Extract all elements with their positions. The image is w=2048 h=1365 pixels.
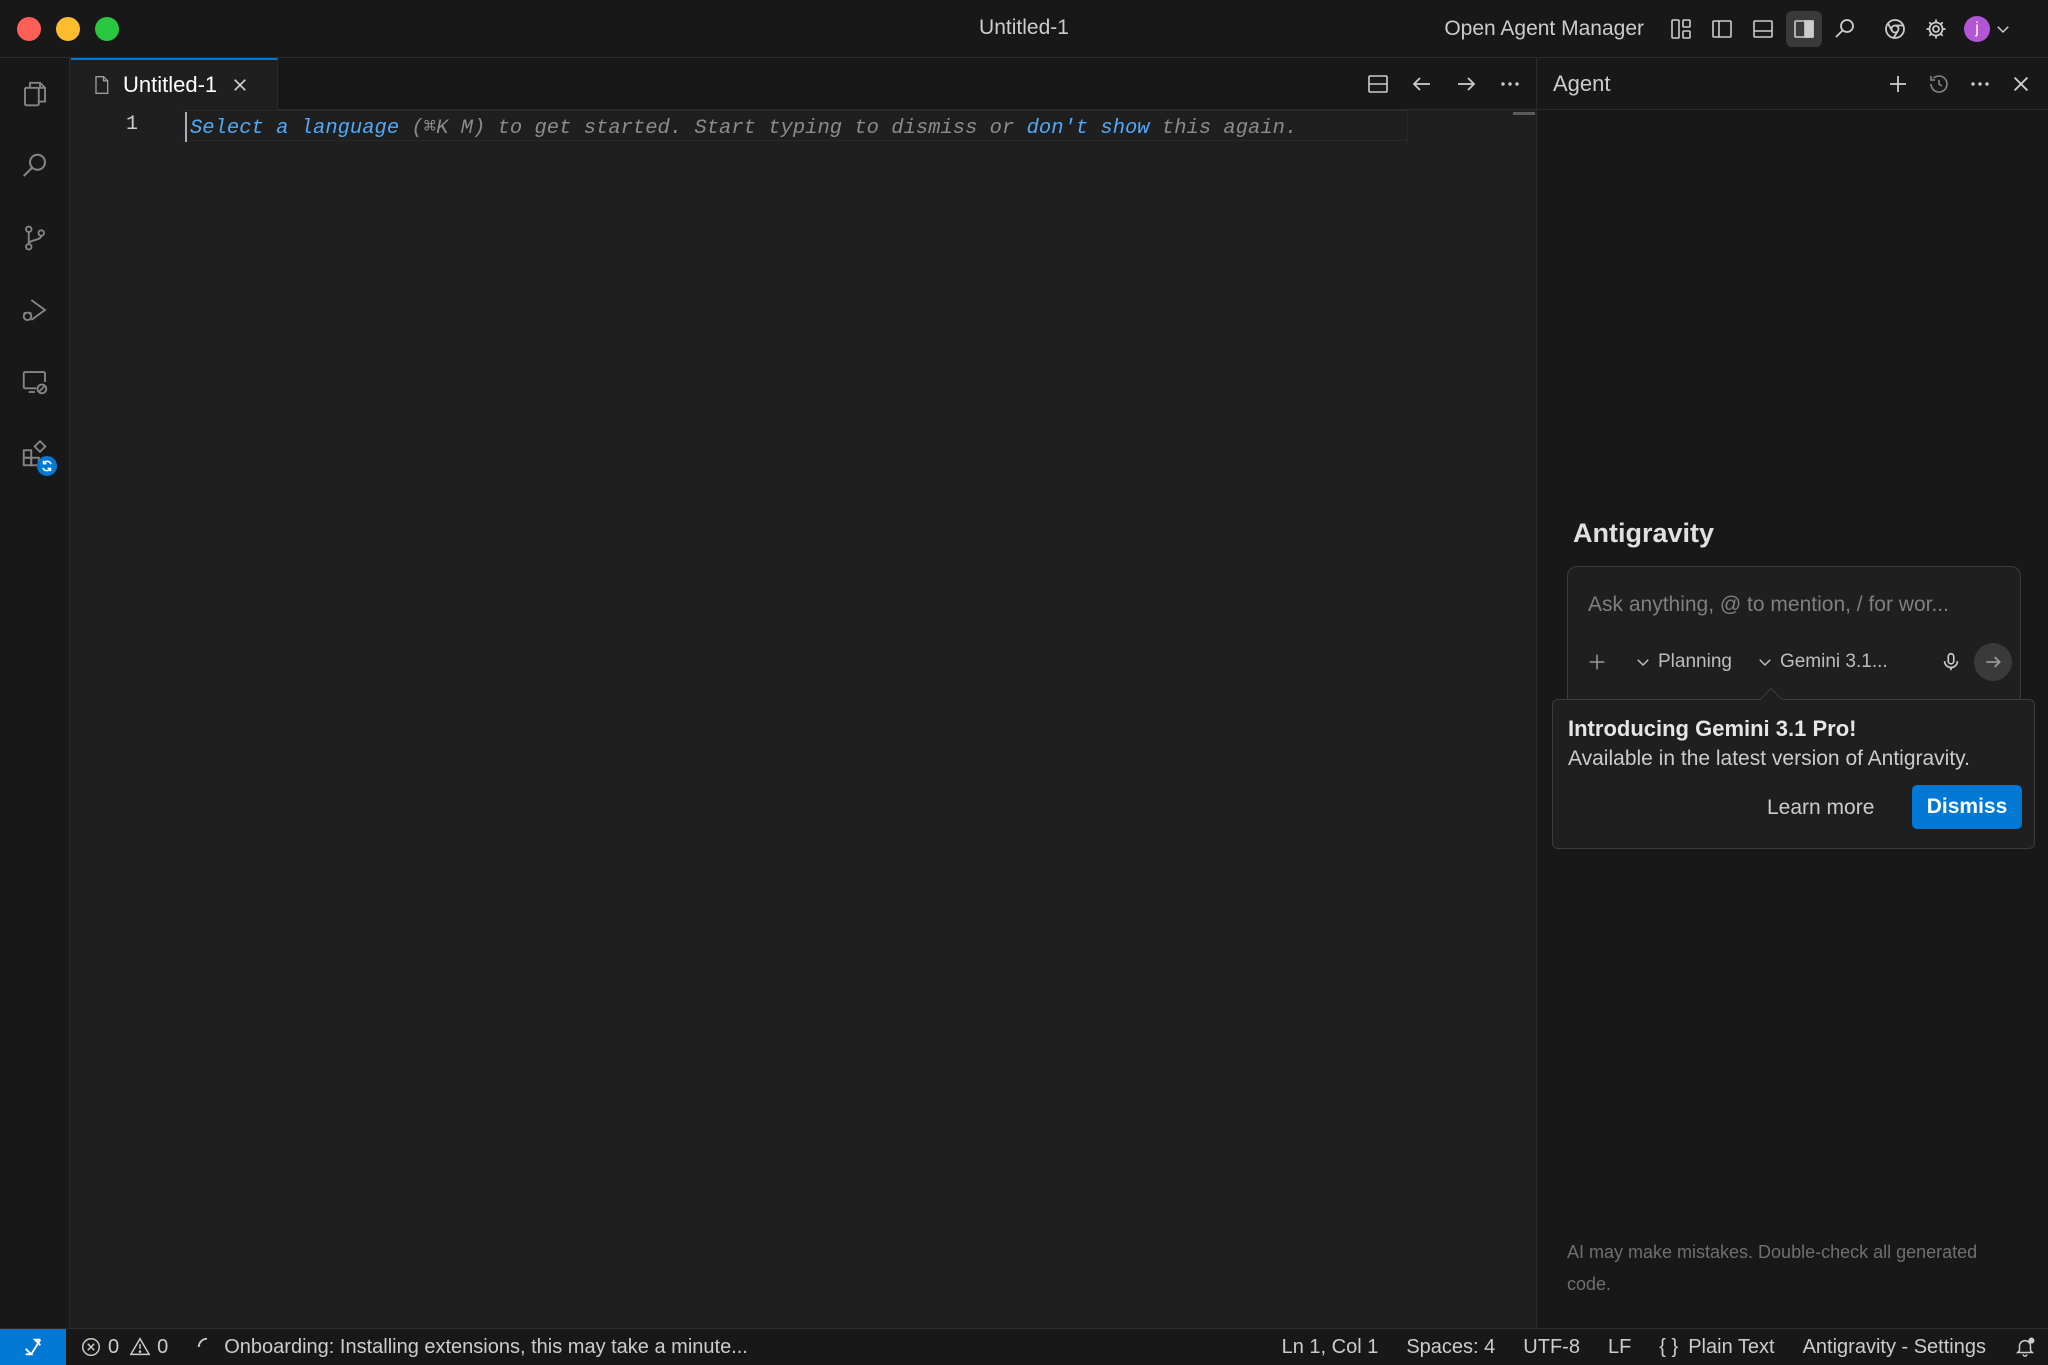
- model-dropdown[interactable]: Gemini 3.1...: [1756, 651, 1888, 673]
- title-bar-actions: Open Agent Manager j: [1444, 11, 2012, 47]
- run-debug-icon[interactable]: [17, 292, 53, 328]
- dismiss-button[interactable]: Dismiss: [1912, 785, 2022, 829]
- popup-body: Available in the latest version of Antig…: [1568, 747, 1970, 770]
- send-button[interactable]: [1974, 643, 2012, 681]
- agent-panel-header: Agent: [1537, 58, 2048, 110]
- go-back-icon[interactable]: [1404, 66, 1440, 102]
- warning-count: 0: [157, 1335, 169, 1358]
- end-of-line[interactable]: LF: [1608, 1329, 1631, 1365]
- more-actions-icon[interactable]: [1962, 66, 1998, 102]
- dont-show-link[interactable]: don't show: [1027, 117, 1150, 140]
- chevron-down-icon: [1637, 659, 1649, 667]
- title-bar: Untitled-1 Open Agent Manager j: [0, 0, 2048, 58]
- model-label: Gemini 3.1...: [1779, 651, 1888, 672]
- spinner-icon: [198, 1337, 208, 1348]
- toggle-panel-icon[interactable]: [1745, 11, 1781, 47]
- text-cursor: [185, 112, 187, 142]
- search-icon[interactable]: [17, 148, 53, 184]
- new-chat-icon[interactable]: [1880, 66, 1916, 102]
- onboarding-message: Onboarding: Installing extensions, this …: [224, 1335, 748, 1358]
- close-tab-icon[interactable]: [231, 76, 249, 94]
- remote-indicator-button[interactable]: [0, 1329, 66, 1365]
- toggle-secondary-sidebar-icon[interactable]: [1786, 11, 1822, 47]
- agent-brand-title: Antigravity: [1573, 518, 1715, 548]
- agent-panel-title: Agent: [1553, 71, 1611, 96]
- remote-icon: [25, 1338, 42, 1356]
- file-icon: [95, 76, 109, 94]
- editor-actions: [1352, 66, 1528, 102]
- open-agent-manager-button[interactable]: Open Agent Manager: [1444, 17, 1644, 41]
- extensions-icon[interactable]: [17, 436, 57, 476]
- line-number: 1: [126, 113, 139, 136]
- search-icon[interactable]: [1827, 11, 1863, 47]
- go-forward-icon[interactable]: [1448, 66, 1484, 102]
- planning-mode-label: Planning: [1658, 651, 1732, 672]
- browser-icon[interactable]: [1877, 11, 1913, 47]
- remote-explorer-icon[interactable]: [17, 364, 53, 400]
- microphone-icon[interactable]: [1938, 649, 1964, 675]
- planning-mode-dropdown[interactable]: Planning: [1634, 651, 1732, 673]
- account-menu[interactable]: j: [1964, 16, 2012, 42]
- notifications-bell-icon[interactable]: [2014, 1329, 2036, 1365]
- cursor-position[interactable]: Ln 1, Col 1: [1282, 1329, 1379, 1365]
- add-context-icon[interactable]: [1584, 649, 1610, 675]
- hint-text: (⌘K M) to get started. Start typing to d…: [399, 117, 1027, 140]
- language-mode[interactable]: { } Plain Text: [1659, 1329, 1774, 1365]
- error-count: 0: [108, 1335, 120, 1358]
- status-bar: 0 0 Onboarding: Installing extensions, t…: [0, 1328, 2048, 1365]
- error-icon: [82, 1338, 100, 1356]
- braces-icon: { }: [1659, 1335, 1679, 1358]
- antigravity-settings[interactable]: Antigravity - Settings: [1803, 1329, 1986, 1365]
- more-actions-icon[interactable]: [1492, 66, 1528, 102]
- split-editor-icon[interactable]: [1360, 66, 1396, 102]
- toggle-primary-sidebar-icon[interactable]: [1704, 11, 1740, 47]
- activity-bar: [0, 58, 70, 1328]
- avatar: j: [1964, 16, 1990, 42]
- popup-title: Introducing Gemini 3.1 Pro!: [1568, 716, 1857, 741]
- close-panel-icon[interactable]: [2003, 66, 2039, 102]
- minimize-window-button[interactable]: [56, 17, 80, 41]
- chevron-down-icon: [1997, 26, 2009, 34]
- hint-text-end: this again.: [1149, 117, 1298, 140]
- empty-editor-hint: Select a language (⌘K M) to get started.…: [190, 114, 1297, 140]
- tab-untitled-1[interactable]: Untitled-1: [71, 58, 278, 110]
- tab-label: Untitled-1: [123, 72, 218, 97]
- sync-badge-icon: [37, 456, 57, 476]
- agent-panel-actions: [1875, 66, 2039, 102]
- agent-panel: Agent Antigravity Ask anything, @ to men…: [1536, 58, 2048, 1328]
- history-icon[interactable]: [1921, 66, 1957, 102]
- chevron-down-icon: [1759, 659, 1771, 667]
- problems-indicator[interactable]: 0 0: [80, 1336, 168, 1359]
- editor-tab-bar: Untitled-1: [71, 58, 1536, 110]
- arrow-right-icon: [1986, 656, 2001, 668]
- overview-ruler-cursor: [1513, 112, 1535, 115]
- ai-disclaimer: AI may make mistakes. Double-check all g…: [1567, 1242, 1978, 1294]
- indentation[interactable]: Spaces: 4: [1406, 1329, 1495, 1365]
- learn-more-button[interactable]: Learn more: [1767, 796, 1874, 820]
- settings-gear-icon[interactable]: [1918, 11, 1954, 47]
- select-language-link[interactable]: Select a language: [190, 117, 399, 140]
- status-bar-right: Ln 1, Col 1 Spaces: 4 UTF-8 LF { } Plain…: [1254, 1329, 2036, 1365]
- warning-icon: [129, 1337, 151, 1356]
- explorer-icon[interactable]: [17, 76, 53, 112]
- close-window-button[interactable]: [17, 17, 41, 41]
- customize-layout-icon[interactable]: [1663, 11, 1699, 47]
- chat-input-toolbar: Planning Gemini 3.1...: [1584, 643, 2012, 681]
- editor-area[interactable]: 1 Select a language (⌘K M) to get starte…: [71, 110, 1536, 1328]
- chat-input-placeholder[interactable]: Ask anything, @ to mention, / for wor...: [1588, 593, 1949, 617]
- source-control-icon[interactable]: [17, 220, 53, 256]
- language-mode-label: Plain Text: [1688, 1335, 1775, 1358]
- encoding[interactable]: UTF-8: [1523, 1329, 1580, 1365]
- onboarding-progress[interactable]: Onboarding: Installing extensions, this …: [196, 1329, 748, 1365]
- announcement-popup: Introducing Gemini 3.1 Pro! Available in…: [1552, 687, 2035, 849]
- maximize-window-button[interactable]: [95, 17, 119, 41]
